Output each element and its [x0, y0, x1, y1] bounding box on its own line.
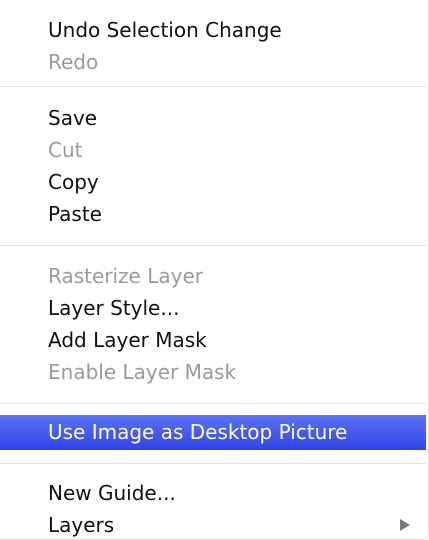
- submenu-arrow-icon: [400, 519, 410, 531]
- menu-item-cut: Cut: [48, 138, 83, 162]
- menu-separator: [0, 245, 426, 246]
- menu-item-add-layer-mask[interactable]: Add Layer Mask: [0, 324, 426, 356]
- context-menu: Undo Selection Change Redo Save Cut Copy…: [0, 0, 429, 540]
- menu-item-paste[interactable]: Paste: [0, 198, 426, 230]
- menu-item-new-guide[interactable]: New Guide...: [0, 477, 426, 509]
- menu-separator: [0, 463, 426, 464]
- menu-separator: [0, 403, 426, 404]
- menu-item-copy[interactable]: Copy: [0, 166, 426, 198]
- menu-item-layers-label: Layers: [48, 513, 115, 537]
- menu-item-layer-style[interactable]: Layer Style...: [0, 292, 426, 324]
- menu-item-save[interactable]: Save: [0, 102, 426, 134]
- menu-separator: [0, 86, 426, 87]
- menu-item-layers[interactable]: Layers: [0, 509, 426, 540]
- menu-item-redo: Redo: [48, 50, 99, 74]
- menu-item-enable-layer-mask: Enable Layer Mask: [48, 360, 237, 384]
- menu-item-use-image-as-desktop-picture[interactable]: Use Image as Desktop Picture: [0, 415, 426, 450]
- menu-item-undo-selection-change[interactable]: Undo Selection Change: [0, 14, 426, 46]
- menu-item-rasterize-layer: Rasterize Layer: [48, 264, 203, 288]
